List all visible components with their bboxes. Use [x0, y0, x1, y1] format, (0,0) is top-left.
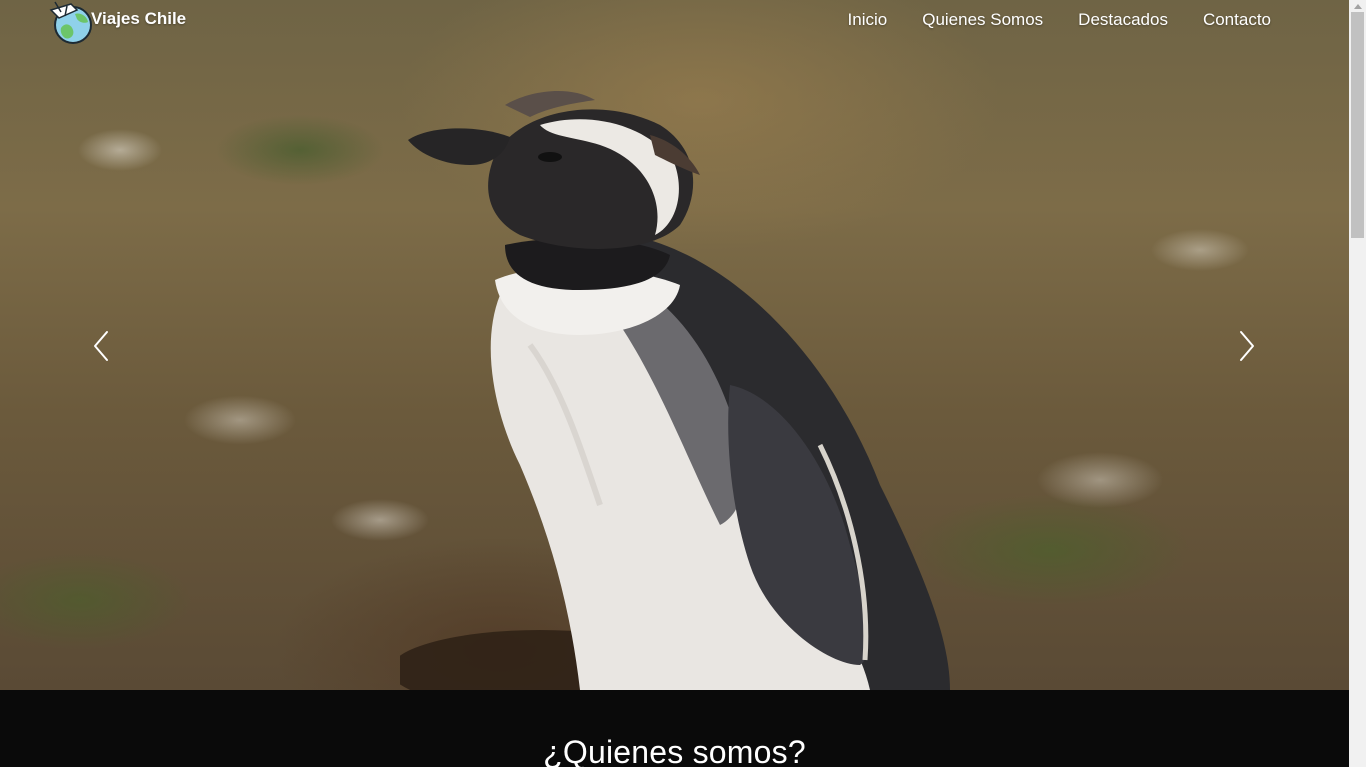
nav-link-destacados[interactable]: Destacados	[1078, 10, 1168, 30]
navbar: Viajes Chile Inicio Quienes Somos Destac…	[0, 0, 1349, 44]
nav-link-quienes-somos[interactable]: Quienes Somos	[922, 10, 1043, 30]
globe-plane-logo-icon	[47, 0, 93, 44]
brand-link[interactable]: Viajes Chile	[47, 0, 186, 44]
brand-name: Viajes Chile	[91, 9, 187, 28]
nav-link-contacto[interactable]: Contacto	[1203, 10, 1271, 30]
nav-link-inicio[interactable]: Inicio	[848, 10, 888, 30]
page: Viajes Chile Inicio Quienes Somos Destac…	[0, 0, 1366, 767]
scrollbar-thumb[interactable]	[1351, 12, 1364, 238]
carousel-next-button[interactable]	[1232, 328, 1262, 364]
carousel-prev-button[interactable]	[86, 328, 116, 364]
chevron-right-icon	[1240, 331, 1254, 361]
nav-links: Inicio Quienes Somos Destacados Contacto	[813, 10, 1271, 30]
about-section: ¿Quienes somos?	[0, 690, 1349, 767]
hero-carousel	[0, 0, 1349, 690]
about-title: ¿Quienes somos?	[543, 734, 806, 767]
page-scrollbar[interactable]	[1349, 0, 1366, 767]
chevron-left-icon	[94, 331, 108, 361]
penguin-photo	[400, 90, 950, 690]
scroll-up-arrow-icon[interactable]	[1349, 0, 1366, 12]
